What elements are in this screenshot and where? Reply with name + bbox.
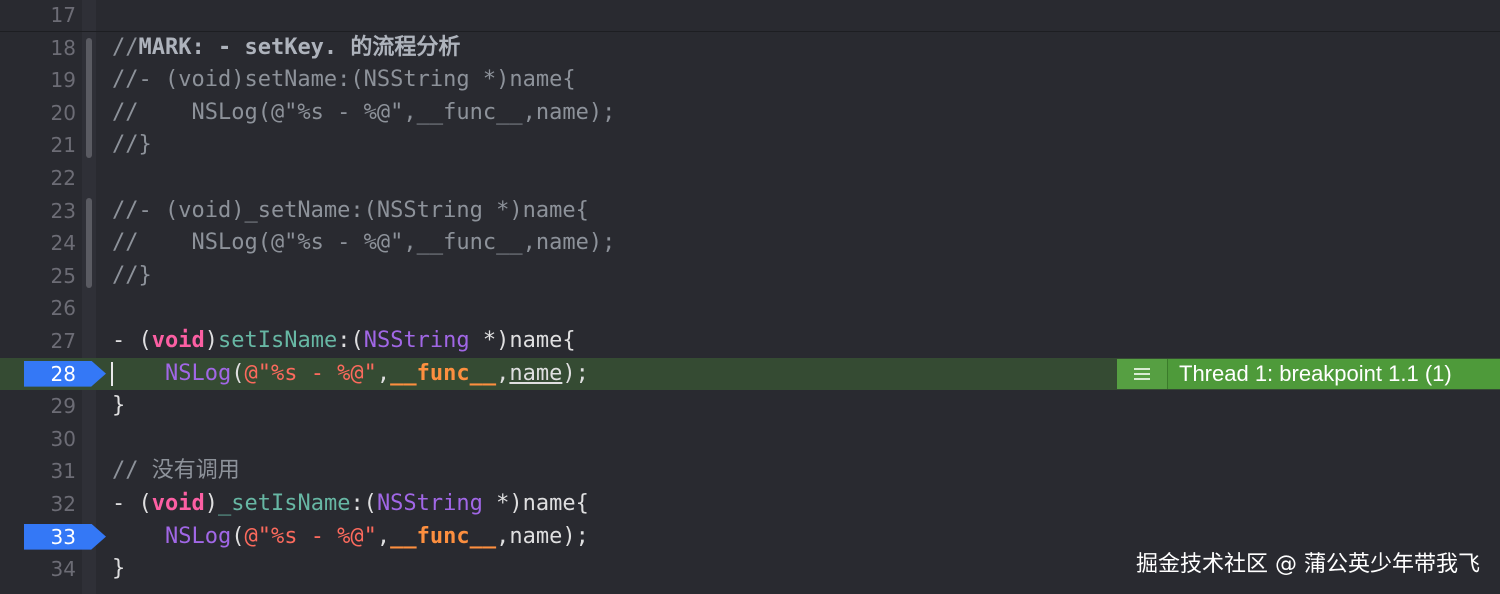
code-text[interactable]: } bbox=[112, 553, 125, 585]
code-text[interactable]: // NSLog(@"%s - %@",__func__,name); bbox=[112, 97, 615, 129]
code-token: //} bbox=[112, 132, 152, 158]
line-number: 18 bbox=[50, 35, 76, 60]
breakpoint-annotation[interactable]: Thread 1: breakpoint 1.1 (1) bbox=[1117, 358, 1500, 389]
code-text[interactable]: //MARK: - setKey. 的流程分析 bbox=[112, 32, 460, 64]
code-token: :( bbox=[337, 328, 364, 353]
line-number: 21 bbox=[50, 133, 76, 158]
code-line[interactable]: 28 NSLog(@"%s - %@",__func__,name); Threa… bbox=[0, 357, 1500, 390]
code-token: ) bbox=[204, 328, 218, 353]
code-token: - ( bbox=[112, 328, 152, 353]
line-number: 31 bbox=[50, 459, 76, 484]
code-editor[interactable]: 17 18//MARK: - setKey. 的流程分析 19//- (void)s… bbox=[0, 0, 1500, 594]
code-text[interactable]: NSLog(@"%s - %@",__func__,name); bbox=[112, 358, 589, 390]
line-number: 20 bbox=[50, 100, 76, 125]
line-number: 30 bbox=[50, 426, 76, 451]
code-text[interactable]: } bbox=[112, 390, 125, 422]
code-token: } bbox=[112, 393, 126, 419]
line-number: 33 bbox=[50, 524, 76, 549]
list-icon[interactable] bbox=[1117, 358, 1168, 389]
code-text[interactable]: - (void)_setIsName:(NSString *)name{ bbox=[112, 488, 589, 520]
code-line[interactable]: 30 bbox=[0, 423, 1500, 455]
line-number: 25 bbox=[50, 263, 76, 288]
line-number: 26 bbox=[50, 296, 76, 321]
line-number: 19 bbox=[50, 68, 76, 93]
code-token: } bbox=[112, 556, 126, 582]
line-number: 24 bbox=[50, 231, 76, 256]
code-line[interactable]: 26 bbox=[0, 292, 1500, 324]
code-token: //- (void)_setName:(NSString *)name{ bbox=[112, 197, 589, 223]
code-token: ,name); bbox=[496, 523, 589, 549]
code-line[interactable]: 19 //- (void)setName:(NSString *)name{ bbox=[0, 64, 1500, 96]
breakpoint-label: Thread 1: breakpoint 1.1 (1) bbox=[1179, 360, 1452, 386]
code-text[interactable]: //} bbox=[112, 260, 152, 292]
code-text[interactable]: //- (void)setName:(NSString *)name{ bbox=[112, 64, 576, 96]
code-line[interactable]: 20 // NSLog(@"%s - %@",__func__,name); bbox=[0, 97, 1500, 129]
code-token: , bbox=[376, 523, 391, 549]
code-token: NSLog bbox=[164, 523, 232, 549]
code-token: :( bbox=[350, 491, 377, 516]
code-line[interactable]: 23 //- (void)_setName:(NSString *)name{ bbox=[0, 195, 1500, 227]
code-token: , bbox=[376, 360, 391, 386]
code-token: *)name{ bbox=[482, 491, 589, 516]
line-number: 32 bbox=[50, 492, 76, 516]
line-number: 17 bbox=[50, 3, 76, 27]
code-token: NSLog bbox=[164, 360, 232, 386]
code-line[interactable]: 27 - (void)setIsName:(NSString *)name{ bbox=[0, 325, 1500, 357]
line-number: 27 bbox=[50, 329, 76, 353]
code-token: @"%s - %@" bbox=[244, 360, 377, 386]
code-token: ( bbox=[231, 360, 245, 386]
code-line[interactable]: 18 //MARK: - setKey. 的流程分析 bbox=[0, 32, 1500, 64]
code-text[interactable]: //- (void)_setName:(NSString *)name{ bbox=[112, 195, 589, 227]
code-token: // NSLog(@"%s - %@",__func__,name); bbox=[112, 99, 616, 125]
code-token: ); bbox=[562, 360, 589, 386]
code-line[interactable]: 21 //} bbox=[0, 129, 1500, 161]
code-token: __func__ bbox=[390, 523, 497, 549]
code-line[interactable]: 31 // 没有调用 bbox=[0, 455, 1500, 487]
code-token: MARK: - setKey. 的流程分析 bbox=[138, 34, 461, 60]
line-number: 28 bbox=[50, 361, 76, 386]
code-token: _setIsName bbox=[217, 491, 351, 516]
code-text[interactable]: // NSLog(@"%s - %@",__func__,name); bbox=[112, 227, 615, 259]
code-token: //- (void)setName:(NSString *)name{ bbox=[112, 67, 576, 93]
code-token: setIsName bbox=[217, 328, 338, 353]
code-text[interactable]: - (void)setIsName:(NSString *)name{ bbox=[112, 325, 576, 357]
code-token: void bbox=[151, 491, 205, 516]
code-token: NSString bbox=[376, 491, 483, 516]
code-token: ) bbox=[204, 491, 218, 516]
code-token: ( bbox=[231, 523, 245, 549]
text-cursor bbox=[111, 361, 113, 386]
code-line[interactable]: 17 bbox=[0, 0, 1500, 31]
line-number: 22 bbox=[50, 166, 76, 190]
code-line[interactable]: 22 bbox=[0, 162, 1500, 194]
code-line[interactable]: 29} bbox=[0, 390, 1500, 422]
code-token: NSString bbox=[363, 328, 470, 353]
watermark: 掘金技术社区 @ 蒲公英少年带我飞 bbox=[1136, 552, 1480, 577]
code-token: // NSLog(@"%s - %@",__func__,name); bbox=[112, 230, 616, 256]
code-text[interactable]: // 没有调用 bbox=[112, 455, 240, 487]
sticky-header-divider bbox=[0, 31, 1500, 32]
code-token: *)name{ bbox=[469, 328, 576, 353]
code-token: name bbox=[509, 360, 563, 386]
code-token: void bbox=[151, 328, 205, 353]
code-line[interactable]: 32 - (void)_setIsName:(NSString *)name{ bbox=[0, 488, 1500, 520]
code-token: // 没有调用 bbox=[112, 458, 240, 484]
code-token: __func__ bbox=[390, 360, 497, 386]
code-token: , bbox=[496, 360, 510, 386]
line-number: 34 bbox=[50, 557, 76, 582]
line-number: 23 bbox=[50, 198, 76, 223]
code-token: - ( bbox=[112, 491, 152, 516]
code-text[interactable]: //} bbox=[112, 129, 152, 161]
code-token: //} bbox=[112, 262, 152, 288]
code-token: // bbox=[112, 34, 139, 60]
line-number: 29 bbox=[50, 394, 76, 419]
code-token: @"%s - %@" bbox=[244, 523, 377, 549]
code-line[interactable]: 25 //} bbox=[0, 260, 1500, 292]
code-text[interactable]: NSLog(@"%s - %@",__func__,name); bbox=[112, 521, 589, 553]
code-line[interactable]: 24 // NSLog(@"%s - %@",__func__,name); bbox=[0, 227, 1500, 259]
